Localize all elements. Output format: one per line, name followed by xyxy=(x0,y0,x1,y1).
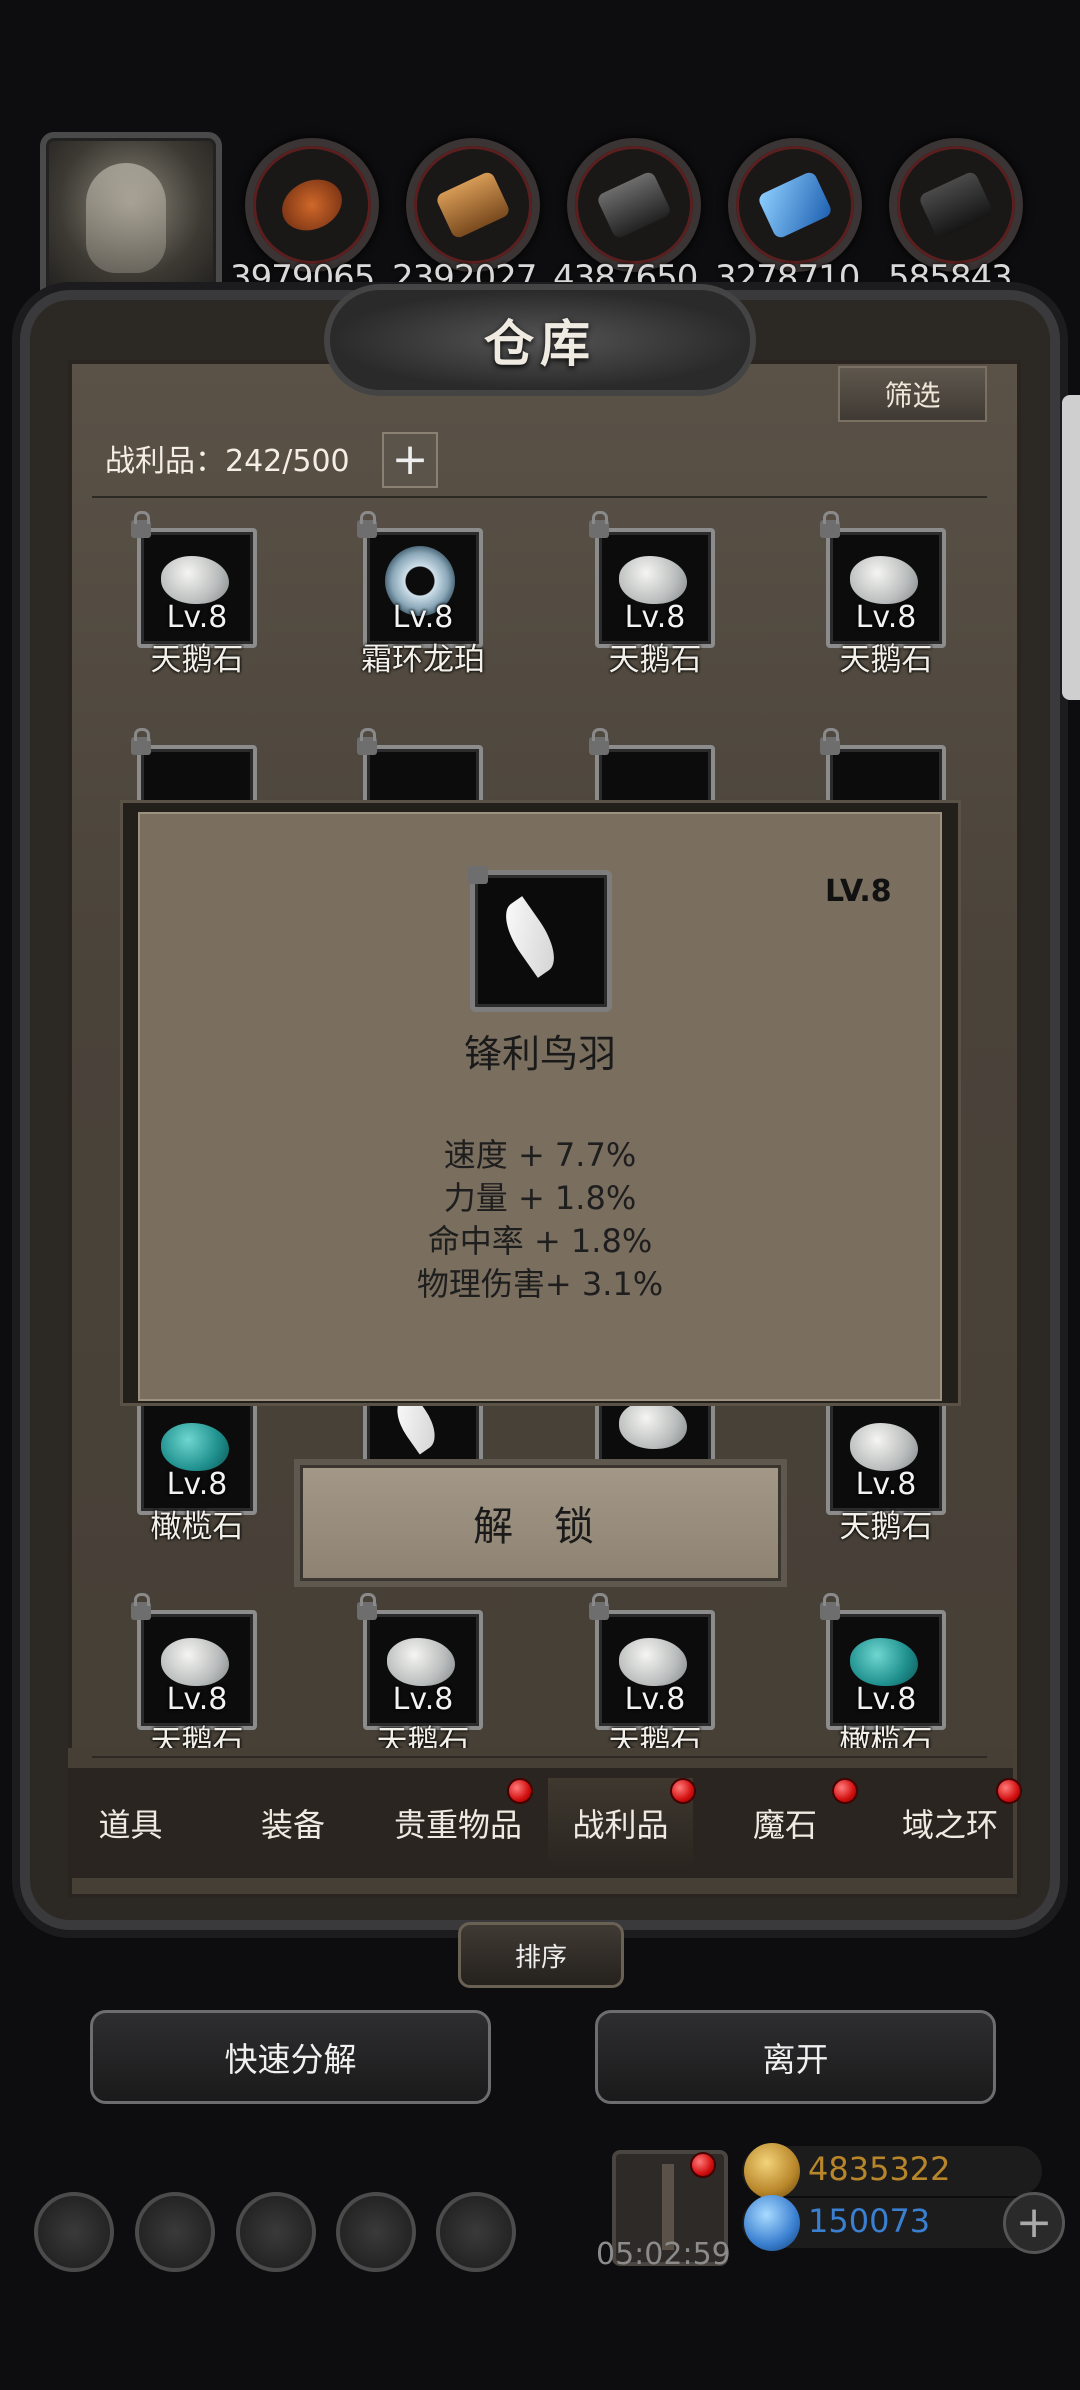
item-slot[interactable]: Lv.8 天鹅石 xyxy=(131,1593,257,1752)
item-stat: 命中率 + 1.8% xyxy=(427,1222,653,1260)
item-name: 橄榄石 xyxy=(150,1509,244,1545)
page-title: 仓库 xyxy=(484,314,596,373)
mail-icon[interactable] xyxy=(336,2192,416,2272)
star-icon[interactable] xyxy=(135,2192,215,2272)
item-stat: 力量 + 1.8% xyxy=(443,1179,637,1217)
item-detail-slot xyxy=(470,870,612,1012)
leave-button[interactable]: 离开 xyxy=(595,2010,996,2104)
item-level: Lv.8 xyxy=(166,1467,228,1502)
sort-button[interactable]: 排序 xyxy=(458,1922,624,1988)
stone-count: 585843 xyxy=(888,258,1013,298)
notification-dot xyxy=(507,1778,533,1804)
gem-amount: 150073 xyxy=(808,2202,931,2240)
gold-coin-icon xyxy=(744,2143,800,2199)
item-name: 天鹅石 xyxy=(150,642,244,678)
item-slot[interactable]: Lv.8 天鹅石 xyxy=(826,1395,946,1545)
lock-icon xyxy=(131,511,151,538)
gift-timer: 05:02:59 xyxy=(596,2237,731,2272)
lock-icon xyxy=(820,1593,840,1620)
item-slot[interactable]: Lv.8 天鹅石 xyxy=(357,1593,483,1760)
item-name: 天鹅石 xyxy=(839,1509,933,1545)
item-level: Lv.8 xyxy=(855,1467,917,1502)
item-slot[interactable]: Lv.8 霜环龙珀 xyxy=(357,511,485,678)
item-stat: 物理伤害+ 3.1% xyxy=(416,1265,664,1303)
item-level: Lv.8 xyxy=(855,600,917,635)
scroll-edge-handle[interactable] xyxy=(1062,395,1080,700)
item-level: Lv.8 xyxy=(855,1682,917,1717)
quick-decompose-button[interactable]: 快速分解 xyxy=(90,2010,491,2104)
lock-icon xyxy=(589,511,609,538)
shield-icon[interactable] xyxy=(236,2192,316,2272)
avatar-portrait xyxy=(86,163,166,273)
gem-icon xyxy=(744,2195,800,2251)
unlock-button[interactable]: 解 锁 xyxy=(300,1465,781,1581)
settings-icon[interactable] xyxy=(34,2192,114,2272)
loot-capacity: 战利品：242/500 xyxy=(105,444,350,479)
title-plate: 仓库 xyxy=(330,290,750,390)
lock-icon xyxy=(357,728,377,755)
stone-icon[interactable] xyxy=(889,138,1023,272)
item-level: Lv.8 xyxy=(392,600,454,635)
item-slot[interactable]: Lv.8 橄榄石 xyxy=(820,1593,946,1760)
lock-icon xyxy=(820,511,840,538)
crystal-count: 3278710 xyxy=(715,258,860,298)
notification-dot xyxy=(832,1778,858,1804)
item-name: 霜环龙珀 xyxy=(361,642,485,678)
lock-icon xyxy=(131,1593,151,1620)
ore-icon[interactable] xyxy=(245,138,379,272)
item-slot[interactable]: Lv.8 天鹅石 xyxy=(820,511,946,678)
gold-amount: 4835322 xyxy=(808,2150,951,2188)
add-currency-button[interactable]: + xyxy=(1003,2192,1065,2254)
divider xyxy=(92,1756,987,1758)
grid-clip xyxy=(68,1748,1013,1768)
crystal-icon[interactable] xyxy=(728,138,862,272)
filter-button[interactable]: 筛选 xyxy=(838,366,987,422)
feather-icon xyxy=(494,896,566,978)
item-slot[interactable]: Lv.8 橄榄石 xyxy=(137,1395,257,1545)
divider xyxy=(92,496,987,498)
lock-icon xyxy=(589,1593,609,1620)
item-name: 天鹅石 xyxy=(839,642,933,678)
item-slot[interactable]: Lv.8 天鹅石 xyxy=(131,511,257,678)
item-slot[interactable]: Lv.8 天鹅石 xyxy=(589,511,715,678)
tab-items[interactable]: 道具 xyxy=(68,1778,193,1868)
item-level: Lv.8 xyxy=(166,600,228,635)
item-level: Lv.8 xyxy=(624,1682,686,1717)
item-level: Lv.8 xyxy=(166,1682,228,1717)
item-level: Lv.8 xyxy=(624,600,686,635)
tab-equipment[interactable]: 装备 xyxy=(228,1778,358,1868)
ore-count: 3979065 xyxy=(230,258,375,298)
lock-icon xyxy=(131,728,151,755)
item-name: 天鹅石 xyxy=(608,642,702,678)
item-name: 天鹅石 xyxy=(150,1724,244,1752)
notification-dot xyxy=(996,1778,1022,1804)
lock-icon xyxy=(820,728,840,755)
notification-dot xyxy=(670,1778,696,1804)
chest-icon[interactable] xyxy=(436,2192,516,2272)
item-detail-name: 锋利鸟羽 xyxy=(463,1032,616,1076)
iron-icon[interactable] xyxy=(567,138,701,272)
item-detail-level: LV.8 xyxy=(825,874,892,909)
player-avatar[interactable] xyxy=(40,132,222,309)
category-tabbar xyxy=(68,1768,1013,1878)
lock-icon xyxy=(468,866,488,884)
lock-icon xyxy=(357,1593,377,1620)
item-stat: 速度 + 7.7% xyxy=(443,1136,637,1174)
item-slot[interactable]: Lv.8 天鹅石 xyxy=(589,1593,715,1760)
wood-icon[interactable] xyxy=(406,138,540,272)
lock-icon xyxy=(357,511,377,538)
lock-icon xyxy=(589,728,609,755)
item-level: Lv.8 xyxy=(392,1682,454,1717)
notification-dot xyxy=(690,2152,716,2178)
expand-capacity-button[interactable]: + xyxy=(382,432,438,488)
